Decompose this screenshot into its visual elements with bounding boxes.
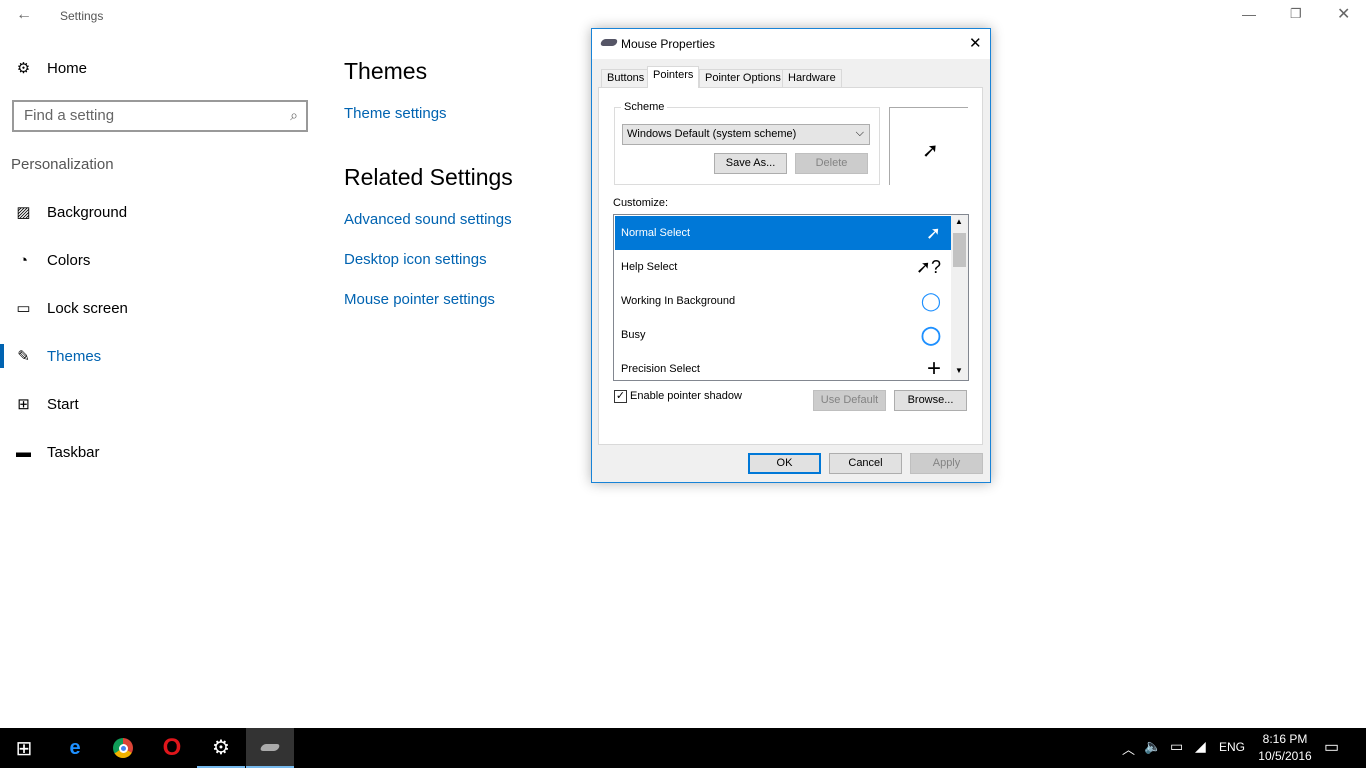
nav-colors[interactable]: ◔ Colors [0,240,320,280]
mouse-taskbar-icon[interactable] [246,728,294,768]
nav-label: Themes [47,347,102,365]
window-title: Settings [60,9,104,23]
search-input[interactable]: Find a setting ⌕ [12,100,308,132]
list-item[interactable]: Working In Background ◯ [615,284,951,318]
delete-button[interactable]: Delete [795,153,868,174]
crosshair-cursor-icon: + [926,355,941,381]
nav-background[interactable]: ▨ Background [0,192,320,232]
chrome-icon[interactable] [99,728,147,768]
help-select-cursor-icon: ➚? [915,257,941,277]
list-item[interactable]: Precision Select + [615,352,951,381]
clock-date[interactable]: 10/5/2016 [1254,749,1316,763]
tab-pointers[interactable]: Pointers [647,66,700,88]
dialog-title: Mouse Properties [621,37,716,51]
arrow-cursor-icon: ➚ [922,140,939,162]
pointers-panel: Scheme Windows Default (system scheme) ⌵ … [598,87,983,445]
nav-label: Lock screen [47,299,128,317]
nav-themes[interactable]: ✎ Themes [0,336,320,376]
palette-icon: ◔ [18,251,29,269]
clock-time[interactable]: 8:16 PM [1260,732,1310,746]
use-default-button[interactable]: Use Default [813,390,886,411]
nav-taskbar[interactable]: ▬ Taskbar [0,432,320,472]
volume-icon[interactable]: 🔈 [1144,738,1161,755]
nav-home[interactable]: ⚙ Home [0,48,320,88]
apply-button[interactable]: Apply [910,453,983,474]
row-label: Working In Background [621,295,736,307]
cursor-list[interactable]: Normal Select ➚ Help Select ➚? Working In … [613,214,969,381]
desktop-icon-link[interactable]: Desktop icon settings [344,251,487,268]
mouse-pointer-link[interactable]: Mouse pointer settings [344,291,495,308]
nav-label: Colors [47,251,91,269]
section-label: Personalization [11,156,114,173]
pointer-preview: ➚ [889,107,968,185]
close-button[interactable]: ✕ [1337,4,1350,24]
opera-icon[interactable]: O [148,728,196,768]
show-hidden-icons[interactable]: ︿ [1122,739,1135,758]
list-item[interactable]: Help Select ➚? [615,250,951,284]
settings-taskbar-icon[interactable]: ⚙ [197,728,245,768]
nav-label: Start [47,395,79,413]
nav-start[interactable]: ⊞ Start [0,384,320,424]
scroll-down-icon[interactable]: ▼ [955,366,963,375]
row-label: Precision Select [621,363,700,375]
list-item[interactable]: Busy ◯ [615,318,951,352]
scroll-thumb[interactable] [953,233,966,267]
working-cursor-icon: ◯ [920,291,941,311]
tab-hardware[interactable]: Hardware [782,69,842,87]
scrollbar[interactable]: ▲ ▼ [951,215,968,380]
row-label: Normal Select [621,227,691,239]
advanced-sound-link[interactable]: Advanced sound settings [344,211,512,228]
action-center-icon[interactable]: ▭ [1324,737,1339,757]
nav-label: Background [47,203,128,221]
tab-pointer-options[interactable]: Pointer Options [699,69,787,87]
back-arrow-icon[interactable]: ← [16,6,32,24]
scheme-select[interactable]: Windows Default (system scheme) ⌵ [622,124,870,145]
wifi-icon[interactable]: ◢ [1195,738,1206,755]
ok-button[interactable]: OK [748,453,821,474]
taskbar-icon: ▬ [16,443,31,461]
scheme-label: Scheme [621,101,668,113]
taskbar: ⊞ e O ⚙ ︿ 🔈 ▭ ◢ ENG 8:16 PM 10/5/2016 ▭ [0,728,1366,768]
shadow-label: Enable pointer shadow [630,390,742,402]
dialog-close-button[interactable]: ✕ [969,34,982,52]
scheme-value: Windows Default (system scheme) [627,128,797,140]
normal-select-cursor-icon: ➚ [925,223,941,243]
mouse-properties-dialog: Mouse Properties ✕ Buttons Pointers Poin… [591,28,991,483]
chevron-down-icon: ⌵ [855,127,864,139]
edge-icon[interactable]: e [51,728,99,768]
row-label: Busy [621,329,646,341]
tab-buttons[interactable]: Buttons [601,69,651,87]
search-icon: ⌕ [290,107,298,123]
nav-label: Taskbar [47,443,100,461]
minimize-button[interactable]: — [1242,6,1256,22]
start-button[interactable]: ⊞ [0,728,48,768]
restore-button[interactable]: ❐ [1290,6,1302,22]
mouse-icon [599,39,619,46]
image-icon: ▨ [16,204,31,221]
customize-label: Customize: [613,197,669,209]
home-label: Home [47,59,88,77]
lock-screen-icon: ▭ [16,300,31,317]
theme-settings-link[interactable]: Theme settings [344,105,447,122]
nav-lock-screen[interactable]: ▭ Lock screen [0,288,320,328]
dialog-titlebar: Mouse Properties ✕ [592,29,990,59]
shadow-checkbox[interactable]: ✓ [614,390,627,403]
battery-icon[interactable]: ▭ [1170,738,1183,755]
busy-cursor-icon: ◯ [920,325,941,345]
language-indicator[interactable]: ENG [1219,740,1245,754]
gear-icon: ⚙ [16,60,31,77]
themes-icon: ✎ [17,348,30,365]
list-item[interactable]: Normal Select ➚ [615,216,951,250]
start-icon: ⊞ [17,396,30,413]
scroll-up-icon[interactable]: ▲ [955,217,963,226]
related-settings-heading: Related Settings [344,164,513,190]
row-label: Help Select [621,261,678,273]
cancel-button[interactable]: Cancel [829,453,902,474]
browse-button[interactable]: Browse... [894,390,967,411]
search-placeholder: Find a setting [24,107,115,124]
save-as-button[interactable]: Save As... [714,153,787,174]
page-title: Themes [344,58,428,84]
